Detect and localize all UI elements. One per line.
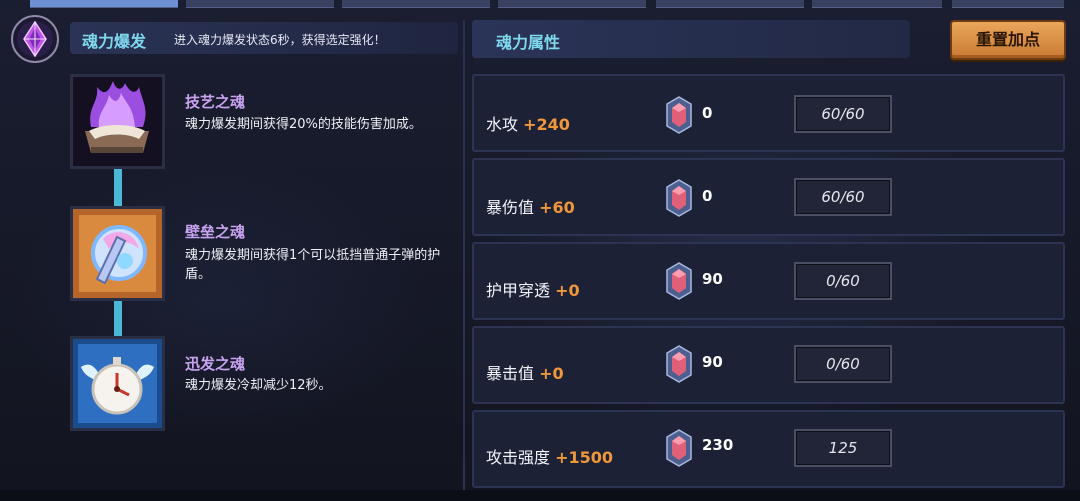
attribute-row: 攻击强度 +1500 230 125: [472, 410, 1065, 488]
tab[interactable]: [186, 0, 334, 8]
soul-gem-icon: [666, 179, 692, 217]
soul-name: 技艺之魂: [185, 93, 246, 111]
soul-burst-header: 魂力爆发 进入魂力爆发状态6秒，获得选定强化！: [10, 14, 460, 64]
attribute-label: 攻击强度 +1500: [486, 444, 613, 468]
attribute-bonus: +60: [539, 198, 575, 217]
point-cost: 0: [702, 104, 713, 122]
attribute-bonus: +0: [555, 281, 580, 300]
attribute-level-box[interactable]: 0/60: [794, 262, 892, 300]
soul-burst-bar: 魂力爆发 进入魂力爆发状态6秒，获得选定强化！: [70, 22, 458, 54]
soul-slot-bulwark[interactable]: [70, 206, 165, 301]
soul-slot-craft[interactable]: [70, 74, 165, 169]
tab[interactable]: [342, 0, 490, 8]
attribute-name: 攻击强度: [486, 448, 551, 467]
attribute-level-box[interactable]: 125: [794, 429, 892, 467]
point-cost: 230: [702, 436, 734, 454]
attributes-title: 魂力属性: [496, 33, 561, 52]
soul-gem-icon: [666, 96, 692, 134]
attribute-level-box[interactable]: 60/60: [794, 178, 892, 216]
tab[interactable]: [498, 0, 646, 8]
soul-name: 壁垒之魂: [185, 223, 246, 241]
attribute-bonus: +240: [523, 115, 570, 134]
soul-burst-crystal-icon[interactable]: [10, 14, 60, 64]
attribute-name: 水攻: [486, 115, 519, 134]
attribute-row: 水攻 +240 0 60/60: [472, 74, 1065, 152]
tab[interactable]: [952, 0, 1064, 8]
point-cost: 90: [702, 270, 723, 288]
soul-connector: [114, 300, 122, 338]
soul-description: 魂力爆发冷却减少12秒。: [185, 378, 332, 393]
soul-gem-icon: [666, 262, 692, 300]
attribute-name: 暴伤值: [486, 198, 535, 217]
panel-divider: [463, 20, 465, 490]
soul-burst-title: 魂力爆发: [82, 32, 147, 51]
soul-description: 魂力爆发期间获得20%的技能伤害加成。: [185, 117, 422, 132]
attribute-bonus: +1500: [555, 448, 614, 467]
tab[interactable]: [812, 0, 942, 8]
soul-description: 魂力爆发期间获得1个可以抵挡普通子弹的护盾。: [185, 248, 441, 282]
attribute-name: 护甲穿透: [486, 281, 551, 300]
attribute-label: 水攻 +240: [486, 111, 570, 135]
soul-burst-description: 进入魂力爆发状态6秒，获得选定强化！: [174, 33, 386, 47]
top-tab-strip: [0, 0, 1080, 8]
point-cost: 0: [702, 187, 713, 205]
soul-name: 迅发之魂: [185, 355, 246, 373]
soul-gem-icon: [666, 345, 692, 383]
tab[interactable]: [656, 0, 804, 8]
attribute-row: 暴伤值 +60 0 60/60: [472, 158, 1065, 236]
attribute-level-box[interactable]: 60/60: [794, 95, 892, 133]
point-cost: 90: [702, 353, 723, 371]
attributes-header: 魂力属性: [472, 20, 910, 58]
winged-clock-icon: [73, 339, 162, 428]
shield-orb-icon: [73, 209, 162, 298]
attribute-label: 护甲穿透 +0: [486, 277, 580, 301]
soul-gem-icon: [666, 429, 692, 467]
tab-active[interactable]: [30, 0, 178, 8]
soul-connector: [114, 168, 122, 208]
soul-slot-swift[interactable]: [70, 336, 165, 431]
purple-flame-chest-icon: [73, 77, 162, 166]
attribute-row: 暴击值 +0 90 0/60: [472, 326, 1065, 404]
attribute-name: 暴击值: [486, 364, 535, 383]
attribute-level-box[interactable]: 0/60: [794, 345, 892, 383]
attribute-row: 护甲穿透 +0 90 0/60: [472, 242, 1065, 320]
attribute-label: 暴击值 +0: [486, 360, 564, 384]
reset-points-button[interactable]: 重置加点: [950, 20, 1066, 60]
attribute-label: 暴伤值 +60: [486, 194, 575, 218]
bottom-strip: [0, 490, 1080, 501]
attribute-bonus: +0: [539, 364, 564, 383]
